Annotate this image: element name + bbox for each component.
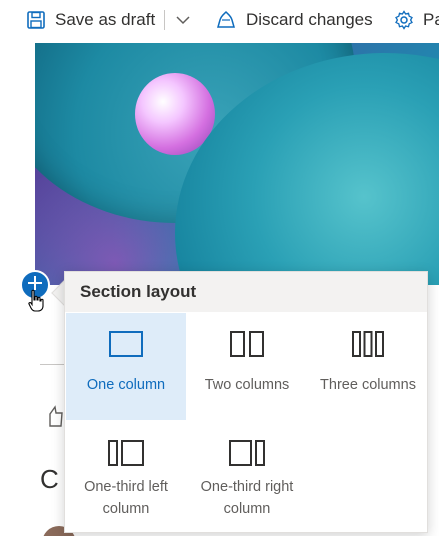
layout-two-columns[interactable]: Two columns (187, 313, 307, 420)
layout-one-column[interactable]: One column (66, 313, 186, 420)
layout-one-third-left[interactable]: One-third left column (66, 420, 186, 532)
page-details-button[interactable]: Pa (394, 0, 439, 40)
section-layout-flyout: Section layout One column Two columns Th… (64, 271, 428, 533)
layout-one-third-right[interactable]: One-third right column (187, 420, 307, 532)
discard-changes-button[interactable]: Discard changes (215, 0, 373, 40)
one-third-left-icon (108, 436, 144, 466)
layout-three-columns[interactable]: Three columns (308, 313, 428, 420)
layout-two-columns-label: Two columns (204, 377, 290, 393)
page-details-label: Pa (423, 10, 439, 29)
layout-one-column-label: One column (86, 377, 166, 393)
chevron-down-icon (174, 11, 192, 29)
flyout-title: Section layout (65, 272, 427, 312)
layout-one-third-right-label: One-third right column (200, 479, 294, 517)
toolbar-separator (164, 10, 165, 30)
discard-changes-label: Discard changes (246, 10, 373, 29)
command-bar: Save as draft Discard changes Pa (0, 0, 439, 40)
one-column-icon (109, 327, 143, 357)
discard-icon (215, 10, 237, 30)
save-icon (26, 10, 46, 30)
like-icon (46, 404, 66, 433)
partial-text: C (40, 464, 59, 494)
layout-three-columns-label: Three columns (320, 377, 416, 393)
layout-one-third-left-label: One-third left column (84, 479, 168, 517)
two-columns-icon (230, 327, 264, 357)
save-as-draft-label: Save as draft (55, 10, 156, 29)
one-third-right-icon (229, 436, 265, 466)
gear-icon (394, 10, 414, 30)
save-options-dropdown[interactable] (174, 0, 192, 40)
three-columns-icon (352, 327, 384, 357)
save-as-draft-button[interactable]: Save as draft (26, 0, 155, 40)
hand-cursor-icon (27, 289, 45, 318)
hero-image[interactable] (35, 43, 439, 285)
